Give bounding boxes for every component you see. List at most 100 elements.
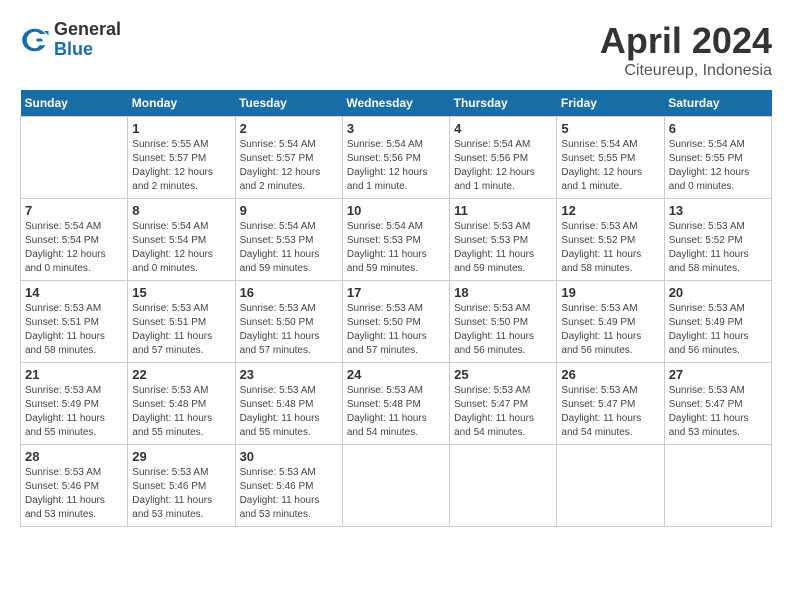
day-number: 3	[347, 121, 445, 136]
weekday-header-saturday: Saturday	[664, 90, 771, 117]
logo-icon	[20, 25, 50, 55]
title-area: April 2024 Citeureup, Indonesia	[600, 20, 772, 80]
calendar-cell	[21, 117, 128, 199]
calendar-cell: 25 Sunrise: 5:53 AMSunset: 5:47 PMDayligh…	[450, 363, 557, 445]
calendar-cell: 19 Sunrise: 5:53 AMSunset: 5:49 PMDayligh…	[557, 281, 664, 363]
day-number: 15	[132, 285, 230, 300]
week-row-5: 28 Sunrise: 5:53 AMSunset: 5:46 PMDayligh…	[21, 445, 772, 527]
day-info: Sunrise: 5:53 AMSunset: 5:48 PMDaylight:…	[240, 384, 338, 440]
calendar-cell: 27 Sunrise: 5:53 AMSunset: 5:47 PMDayligh…	[664, 363, 771, 445]
logo: General Blue	[20, 20, 121, 60]
day-number: 19	[561, 285, 659, 300]
calendar-cell: 12Sunrise: 5:53 AMSunset: 5:52 PMDayligh…	[557, 199, 664, 281]
day-info: Sunrise: 5:53 AMSunset: 5:46 PMDaylight:…	[240, 466, 338, 522]
weekday-header-tuesday: Tuesday	[235, 90, 342, 117]
calendar-cell	[450, 445, 557, 527]
weekday-header-sunday: Sunday	[21, 90, 128, 117]
weekday-header-thursday: Thursday	[450, 90, 557, 117]
calendar-cell: 17 Sunrise: 5:53 AMSunset: 5:50 PMDayligh…	[342, 281, 449, 363]
logo-general-text: General	[54, 20, 121, 40]
day-info: Sunrise: 5:53 AMSunset: 5:50 PMDaylight:…	[454, 302, 552, 358]
day-info: Sunrise: 5:54 AMSunset: 5:56 PMDaylight:…	[347, 138, 445, 194]
weekday-header-monday: Monday	[128, 90, 235, 117]
day-number: 9	[240, 203, 338, 218]
day-info: Sunrise: 5:53 AMSunset: 5:46 PMDaylight:…	[25, 466, 123, 522]
day-info: Sunrise: 5:53 AMSunset: 5:51 PMDaylight:…	[132, 302, 230, 358]
day-number: 28	[25, 449, 123, 464]
calendar-cell: 7 Sunrise: 5:54 AMSunset: 5:54 PMDaylight…	[21, 199, 128, 281]
day-info: Sunrise: 5:53 AMSunset: 5:48 PMDaylight:…	[132, 384, 230, 440]
calendar-cell: 23 Sunrise: 5:53 AMSunset: 5:48 PMDayligh…	[235, 363, 342, 445]
day-number: 17	[347, 285, 445, 300]
day-info: Sunrise: 5:54 AMSunset: 5:53 PMDaylight:…	[240, 220, 338, 276]
calendar-cell: 15 Sunrise: 5:53 AMSunset: 5:51 PMDayligh…	[128, 281, 235, 363]
day-info: Sunrise: 5:53 AMSunset: 5:47 PMDaylight:…	[669, 384, 767, 440]
calendar-cell: 4 Sunrise: 5:54 AMSunset: 5:56 PMDaylight…	[450, 117, 557, 199]
day-info: Sunrise: 5:53 AMSunset: 5:49 PMDaylight:…	[669, 302, 767, 358]
week-row-2: 7 Sunrise: 5:54 AMSunset: 5:54 PMDaylight…	[21, 199, 772, 281]
calendar-table: SundayMondayTuesdayWednesdayThursdayFrid…	[20, 90, 772, 527]
weekday-header-wednesday: Wednesday	[342, 90, 449, 117]
day-info: Sunrise: 5:53 AMSunset: 5:47 PMDaylight:…	[561, 384, 659, 440]
day-info: Sunrise: 5:53 AMSunset: 5:47 PMDaylight:…	[454, 384, 552, 440]
calendar-cell: 30 Sunrise: 5:53 AMSunset: 5:46 PMDayligh…	[235, 445, 342, 527]
day-number: 10	[347, 203, 445, 218]
weekday-header-row: SundayMondayTuesdayWednesdayThursdayFrid…	[21, 90, 772, 117]
day-info: Sunrise: 5:53 AMSunset: 5:53 PMDaylight:…	[454, 220, 552, 276]
weekday-header-friday: Friday	[557, 90, 664, 117]
day-number: 25	[454, 367, 552, 382]
day-number: 14	[25, 285, 123, 300]
week-row-4: 21Sunrise: 5:53 AMSunset: 5:49 PMDayligh…	[21, 363, 772, 445]
day-number: 1	[132, 121, 230, 136]
calendar-cell: 13 Sunrise: 5:53 AMSunset: 5:52 PMDayligh…	[664, 199, 771, 281]
calendar-cell: 26Sunrise: 5:53 AMSunset: 5:47 PMDayligh…	[557, 363, 664, 445]
calendar-cell: 9 Sunrise: 5:54 AMSunset: 5:53 PMDaylight…	[235, 199, 342, 281]
day-info: Sunrise: 5:53 AMSunset: 5:49 PMDaylight:…	[561, 302, 659, 358]
calendar-cell: 28 Sunrise: 5:53 AMSunset: 5:46 PMDayligh…	[21, 445, 128, 527]
day-number: 20	[669, 285, 767, 300]
day-number: 18	[454, 285, 552, 300]
day-info: Sunrise: 5:53 AMSunset: 5:50 PMDaylight:…	[240, 302, 338, 358]
calendar-cell: 8Sunrise: 5:54 AMSunset: 5:54 PMDaylight…	[128, 199, 235, 281]
day-number: 22	[132, 367, 230, 382]
location-title: Citeureup, Indonesia	[600, 62, 772, 80]
day-number: 29	[132, 449, 230, 464]
day-info: Sunrise: 5:54 AMSunset: 5:54 PMDaylight:…	[25, 220, 123, 276]
day-number: 11	[454, 203, 552, 218]
calendar-cell: 14 Sunrise: 5:53 AMSunset: 5:51 PMDayligh…	[21, 281, 128, 363]
calendar-cell: 10Sunrise: 5:54 AMSunset: 5:53 PMDayligh…	[342, 199, 449, 281]
day-number: 7	[25, 203, 123, 218]
week-row-1: 1Sunrise: 5:55 AMSunset: 5:57 PMDaylight…	[21, 117, 772, 199]
calendar-cell: 29 Sunrise: 5:53 AMSunset: 5:46 PMDayligh…	[128, 445, 235, 527]
calendar-cell: 11 Sunrise: 5:53 AMSunset: 5:53 PMDayligh…	[450, 199, 557, 281]
day-info: Sunrise: 5:54 AMSunset: 5:54 PMDaylight:…	[132, 220, 230, 276]
day-info: Sunrise: 5:53 AMSunset: 5:49 PMDaylight:…	[25, 384, 123, 440]
day-info: Sunrise: 5:53 AMSunset: 5:46 PMDaylight:…	[132, 466, 230, 522]
calendar-cell: 2 Sunrise: 5:54 AMSunset: 5:57 PMDaylight…	[235, 117, 342, 199]
calendar-cell	[664, 445, 771, 527]
day-number: 27	[669, 367, 767, 382]
day-info: Sunrise: 5:53 AMSunset: 5:51 PMDaylight:…	[25, 302, 123, 358]
day-info: Sunrise: 5:53 AMSunset: 5:48 PMDaylight:…	[347, 384, 445, 440]
day-number: 13	[669, 203, 767, 218]
day-info: Sunrise: 5:53 AMSunset: 5:52 PMDaylight:…	[669, 220, 767, 276]
day-number: 5	[561, 121, 659, 136]
day-number: 23	[240, 367, 338, 382]
day-number: 12	[561, 203, 659, 218]
day-info: Sunrise: 5:54 AMSunset: 5:56 PMDaylight:…	[454, 138, 552, 194]
logo-blue-text: Blue	[54, 40, 121, 60]
day-number: 30	[240, 449, 338, 464]
calendar-cell: 22 Sunrise: 5:53 AMSunset: 5:48 PMDayligh…	[128, 363, 235, 445]
day-info: Sunrise: 5:54 AMSunset: 5:57 PMDaylight:…	[240, 138, 338, 194]
calendar-cell: 16 Sunrise: 5:53 AMSunset: 5:50 PMDayligh…	[235, 281, 342, 363]
day-number: 2	[240, 121, 338, 136]
day-number: 4	[454, 121, 552, 136]
calendar-cell: 3 Sunrise: 5:54 AMSunset: 5:56 PMDaylight…	[342, 117, 449, 199]
calendar-cell	[342, 445, 449, 527]
calendar-cell: 24Sunrise: 5:53 AMSunset: 5:48 PMDayligh…	[342, 363, 449, 445]
day-number: 16	[240, 285, 338, 300]
month-title: April 2024	[600, 20, 772, 62]
calendar-cell	[557, 445, 664, 527]
day-info: Sunrise: 5:54 AMSunset: 5:55 PMDaylight:…	[561, 138, 659, 194]
day-info: Sunrise: 5:53 AMSunset: 5:50 PMDaylight:…	[347, 302, 445, 358]
